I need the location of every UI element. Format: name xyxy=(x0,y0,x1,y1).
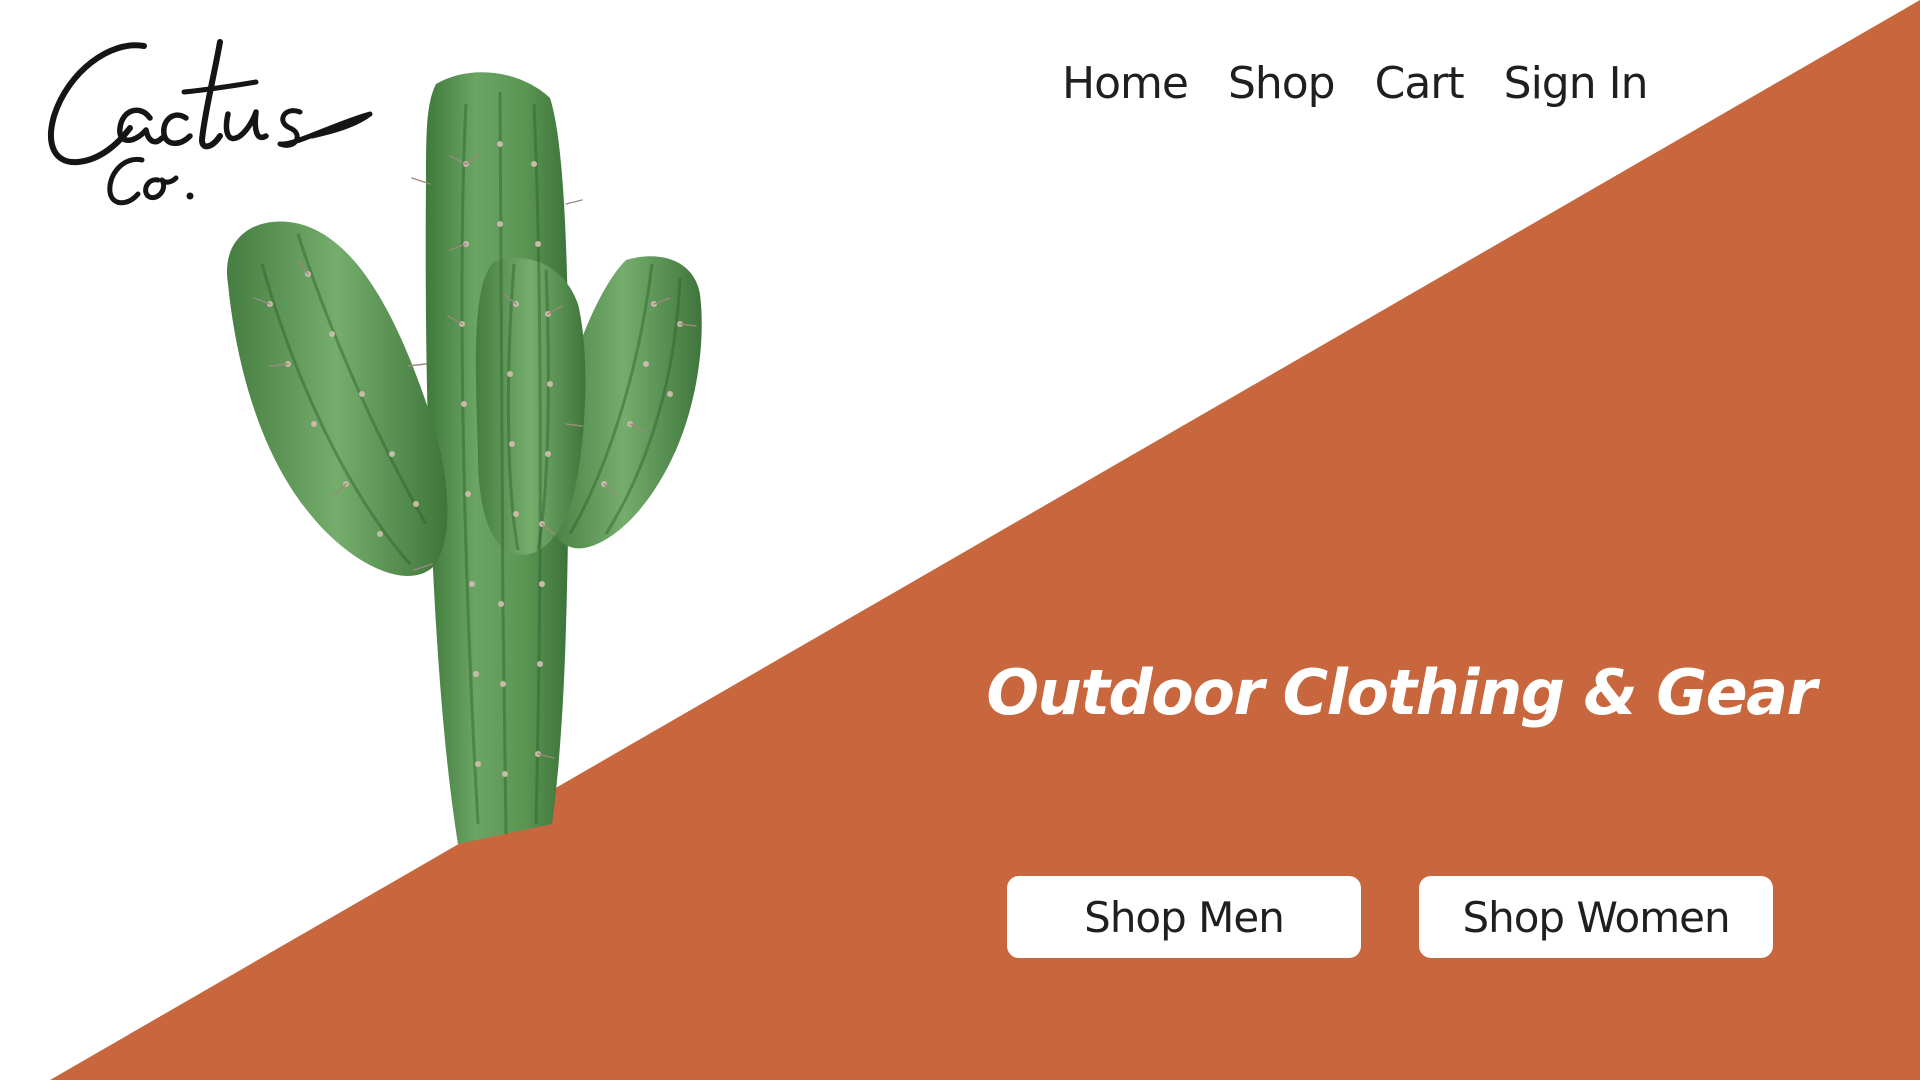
nav-home-link[interactable]: Home xyxy=(1062,58,1189,109)
brand-logo-mark xyxy=(48,39,373,206)
landing-page: Home Shop Cart Sign In Outdoor Clothing … xyxy=(0,0,1920,1080)
brand-logo[interactable] xyxy=(44,32,380,218)
nav-sign-in-link[interactable]: Sign In xyxy=(1504,58,1649,109)
shop-women-button[interactable]: Shop Women xyxy=(1419,876,1773,958)
nav-shop-link[interactable]: Shop xyxy=(1228,58,1336,109)
shop-men-button[interactable]: Shop Men xyxy=(1007,876,1361,958)
main-nav: Home Shop Cart Sign In xyxy=(1062,48,1649,118)
nav-cart-link[interactable]: Cart xyxy=(1375,58,1465,109)
hero-headline: Outdoor Clothing & Gear xyxy=(986,656,1817,729)
